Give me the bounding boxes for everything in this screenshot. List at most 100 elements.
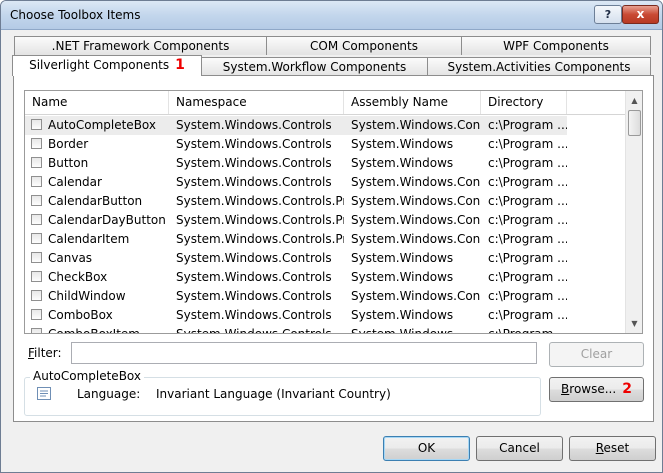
table-row[interactable]: Border System.Windows.Controls System.Wind…: [25, 135, 625, 154]
tab-system-workflow-components[interactable]: System.Workflow Components: [201, 57, 428, 76]
reset-accelerator: R: [595, 441, 604, 455]
document-icon: [37, 387, 51, 400]
annotation-marker-2: 2: [622, 381, 632, 397]
cell-name: AutoCompleteBox: [25, 116, 169, 135]
cell-assembly: System.Windows: [351, 270, 454, 284]
language-label: Language:: [77, 387, 141, 401]
help-button[interactable]: ?: [594, 5, 622, 24]
language-value: Invariant Language (Invariant Country): [156, 387, 391, 401]
row-checkbox[interactable]: [31, 290, 42, 301]
cell-name: Calendar: [48, 175, 102, 189]
cell-namespace: System.Windows.Controls.Pr...: [176, 194, 344, 208]
cell-name: CalendarDayButton: [48, 213, 166, 227]
cell-name: Border: [48, 137, 89, 151]
scroll-thumb[interactable]: [628, 110, 641, 136]
filter-label-text: ilter:: [34, 346, 62, 360]
tab-wpf-components[interactable]: WPF Components: [461, 36, 651, 55]
table-row[interactable]: CalendarDayButton System.Windows.Controls…: [25, 211, 625, 230]
cell-directory: c:\Program ...: [481, 116, 567, 135]
cell-directory: c:\Program ...: [488, 270, 567, 284]
cell-namespace: System.Windows.Controls: [176, 156, 332, 170]
cell-namespace: System.Windows.Controls: [169, 116, 344, 135]
table-row[interactable]: CheckBox System.Windows.Controls System.Wi…: [25, 268, 625, 287]
table-row[interactable]: ComboBoxItem System.Windows.Controls Syste…: [25, 325, 625, 334]
row-checkbox[interactable]: [31, 176, 42, 187]
cell-assembly: System.Windows.Con...: [351, 194, 481, 208]
tab-silverlight-label: Silverlight Components: [29, 58, 170, 72]
row-checkbox[interactable]: [31, 214, 42, 225]
row-checkbox[interactable]: [31, 119, 42, 130]
annotation-marker-1: 1: [175, 57, 185, 73]
cell-name: ComboBox: [48, 308, 113, 322]
details-title: AutoCompleteBox: [30, 369, 144, 383]
cell-assembly: System.Windows: [351, 327, 454, 334]
scroll-down-arrow-icon[interactable]: ▼: [626, 315, 642, 332]
cell-directory: c:\Program ...: [488, 175, 567, 189]
reset-button[interactable]: Reset: [569, 436, 656, 461]
column-header-namespace[interactable]: Namespace: [169, 91, 344, 114]
cell-assembly: System.Windows.Con...: [344, 116, 481, 135]
cell-namespace: System.Windows.Controls: [176, 308, 332, 322]
browse-label: rowse...: [569, 382, 617, 396]
cell-namespace: System.Windows.Controls: [176, 289, 332, 303]
reset-label: eset: [603, 441, 630, 455]
cell-name: ChildWindow: [48, 289, 126, 303]
table-row[interactable]: AutoCompleteBox System.Windows.Controls Sy…: [25, 116, 625, 135]
row-checkbox[interactable]: [31, 195, 42, 206]
column-header-name[interactable]: Name: [25, 91, 169, 114]
cell-namespace: System.Windows.Controls.Pr...: [176, 213, 344, 227]
column-header-directory[interactable]: Directory: [481, 91, 567, 114]
browse-button[interactable]: Browse... 2: [549, 377, 644, 402]
table-row[interactable]: Calendar System.Windows.Controls System.Wi…: [25, 173, 625, 192]
column-header-assembly-name[interactable]: Assembly Name: [344, 91, 481, 114]
cell-assembly: System.Windows: [351, 156, 454, 170]
cell-directory: c:\Program ...: [488, 213, 567, 227]
cancel-button[interactable]: Cancel: [476, 436, 563, 461]
cell-assembly: System.Windows.Con...: [351, 175, 481, 189]
grid-header: Name Namespace Assembly Name Directory: [25, 91, 625, 115]
filter-label: Filter:: [28, 346, 62, 360]
table-row[interactable]: CalendarButton System.Windows.Controls.Pr…: [25, 192, 625, 211]
cell-assembly: System.Windows: [351, 137, 454, 151]
cell-name: CheckBox: [48, 270, 108, 284]
cell-directory: c:\Program ...: [488, 137, 567, 151]
choose-toolbox-items-dialog: Choose Toolbox Items ? x .NET Framework …: [0, 0, 663, 473]
scroll-up-arrow-icon[interactable]: ▲: [626, 92, 642, 109]
clear-button[interactable]: Clear: [549, 342, 644, 367]
table-row[interactable]: CalendarItem System.Windows.Controls.Pr..…: [25, 230, 625, 249]
cell-directory: c:\Program ...: [488, 308, 567, 322]
cell-namespace: System.Windows.Controls: [176, 327, 332, 334]
cell-directory: c:\Program ...: [488, 156, 567, 170]
cell-directory: c:\Program ...: [488, 232, 567, 246]
cell-assembly: System.Windows: [351, 251, 454, 265]
ok-button[interactable]: OK: [383, 436, 470, 461]
table-row[interactable]: Canvas System.Windows.Controls System.Wind…: [25, 249, 625, 268]
row-checkbox[interactable]: [31, 157, 42, 168]
table-row[interactable]: ComboBox System.Windows.Controls System.Wi…: [25, 306, 625, 325]
tab-system-activities-components[interactable]: System.Activities Components: [427, 57, 651, 76]
table-row[interactable]: ChildWindow System.Windows.Controls System…: [25, 287, 625, 306]
tab-silverlight-components[interactable]: Silverlight Components 1: [12, 55, 202, 76]
row-checkbox[interactable]: [31, 309, 42, 320]
row-checkbox[interactable]: [31, 233, 42, 244]
row-checkbox[interactable]: [31, 252, 42, 263]
cell-namespace: System.Windows.Controls: [176, 251, 332, 265]
row-checkbox[interactable]: [31, 138, 42, 149]
row-checkbox[interactable]: [31, 271, 42, 282]
components-list[interactable]: Name Namespace Assembly Name Directory A…: [24, 90, 643, 334]
row-checkbox[interactable]: [31, 328, 42, 333]
cell-assembly: System.Windows.Con...: [351, 289, 481, 303]
cell-assembly: System.Windows.Con...: [351, 213, 481, 227]
tab-net-framework-components[interactable]: .NET Framework Components: [14, 36, 267, 55]
cell-namespace: System.Windows.Controls.Pr...: [176, 232, 344, 246]
table-row[interactable]: Button System.Windows.Controls System.Wind…: [25, 154, 625, 173]
title-bar[interactable]: Choose Toolbox Items ? x: [1, 1, 662, 30]
tab-com-components[interactable]: COM Components: [266, 36, 462, 55]
close-button[interactable]: x: [622, 5, 659, 24]
cell-namespace: System.Windows.Controls: [176, 270, 332, 284]
cell-namespace: System.Windows.Controls: [176, 175, 332, 189]
filter-input[interactable]: [71, 342, 537, 364]
cell-directory: c:\Program ...: [488, 194, 567, 208]
cell-assembly: System.Windows.Con...: [351, 232, 481, 246]
vertical-scrollbar[interactable]: ▲ ▼: [625, 91, 642, 333]
